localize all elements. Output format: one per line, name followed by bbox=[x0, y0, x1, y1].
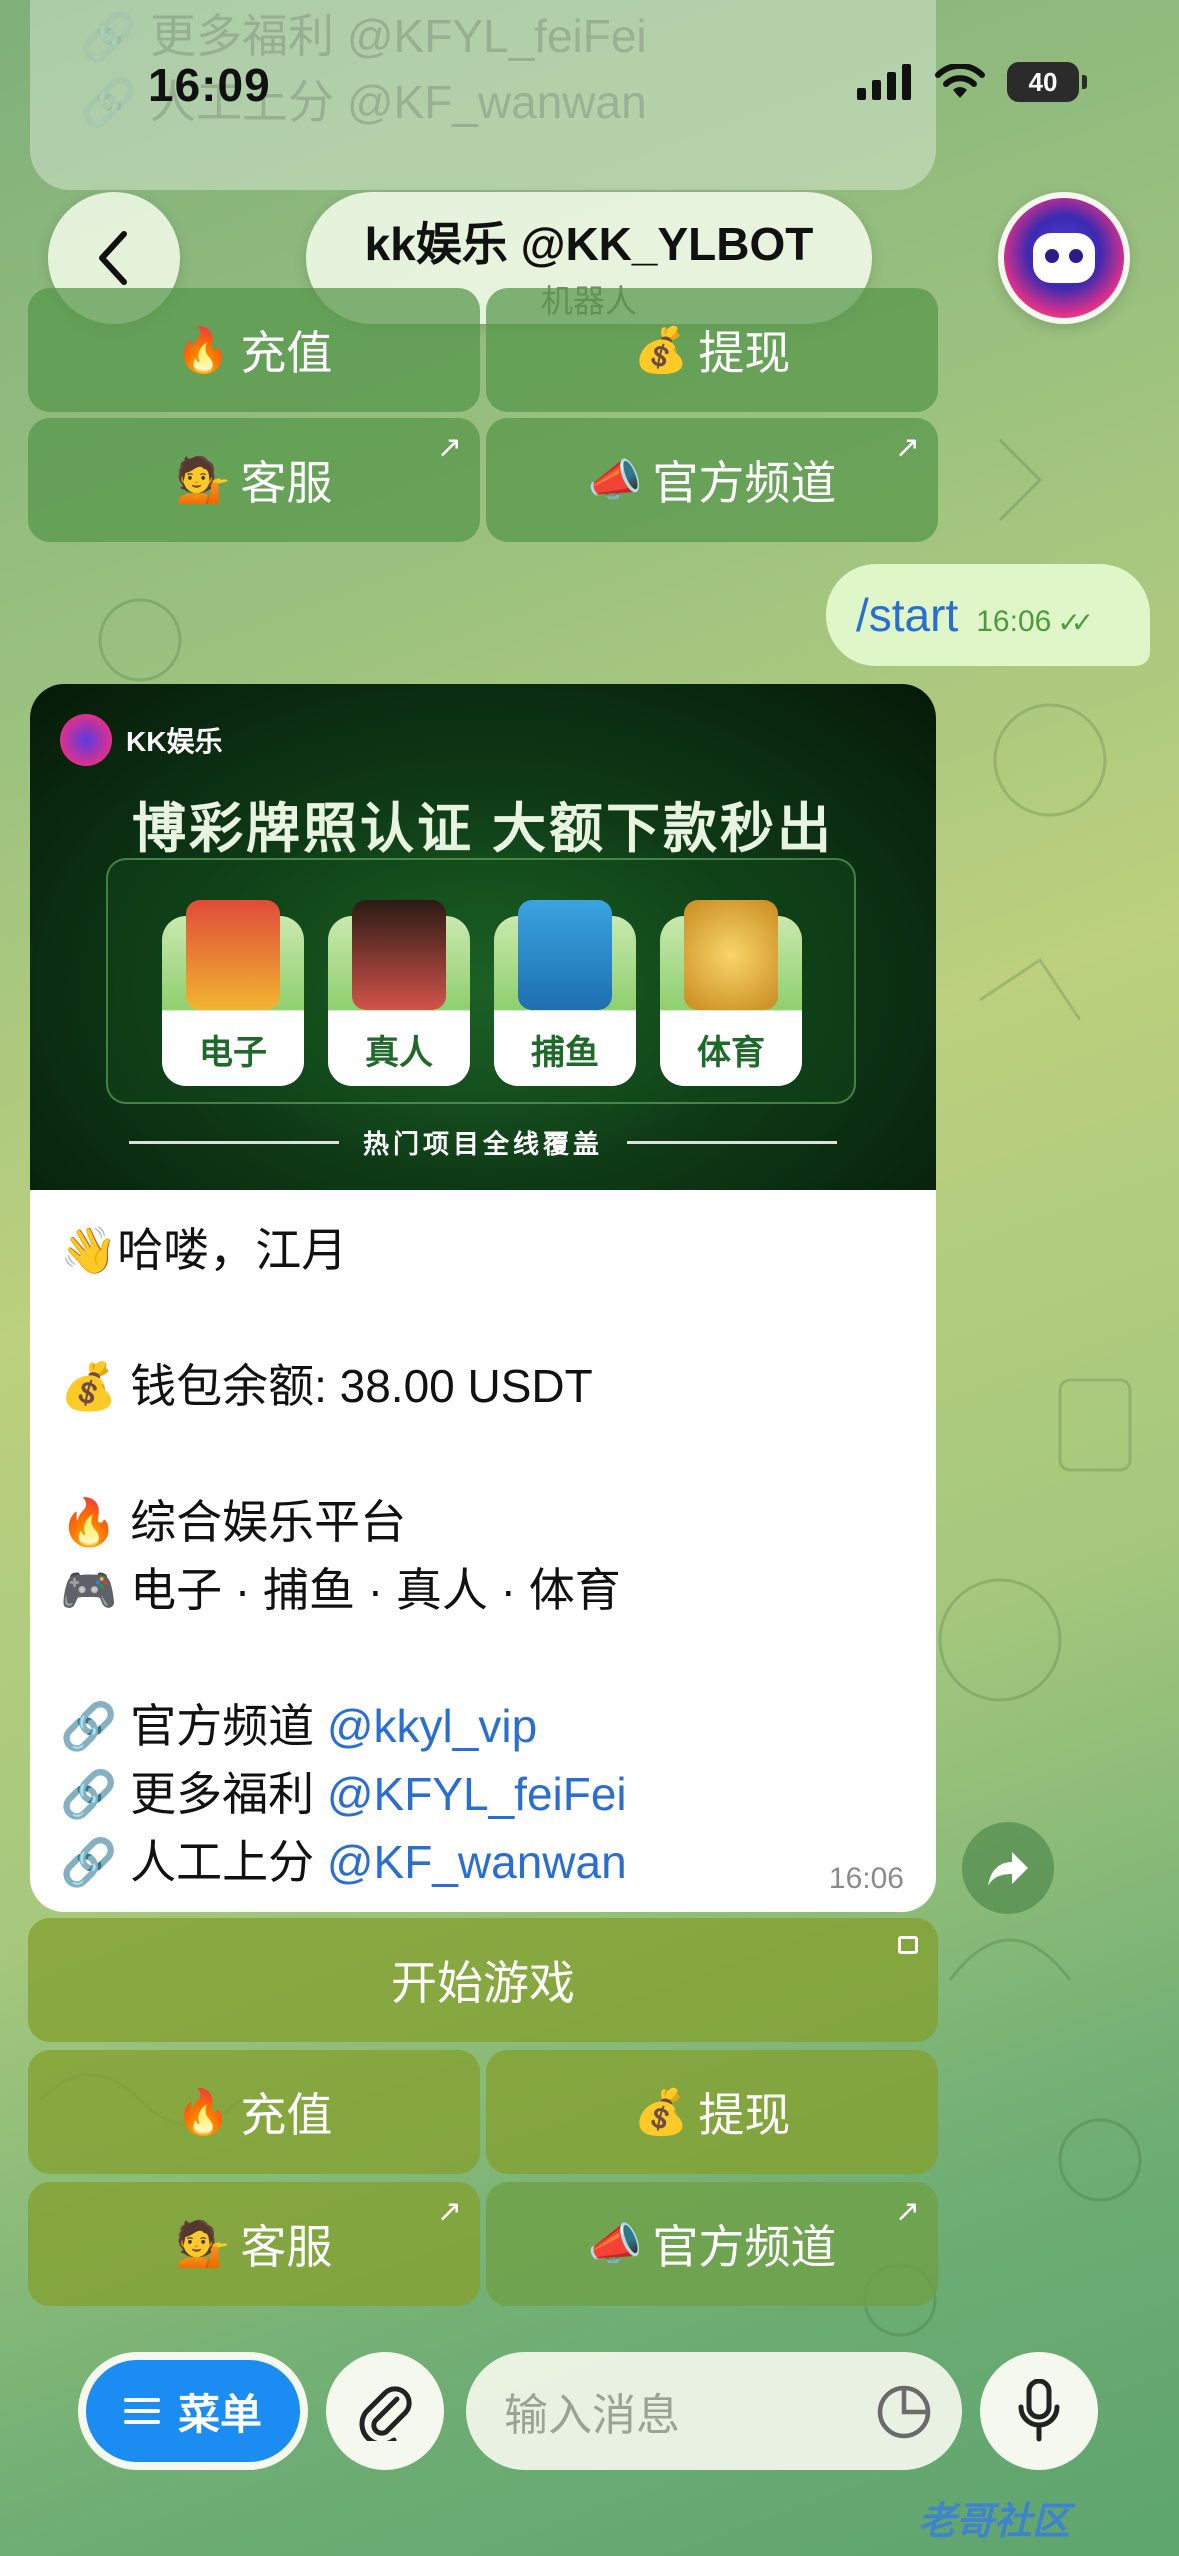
share-button[interactable] bbox=[962, 1822, 1054, 1914]
outgoing-text[interactable]: /start bbox=[856, 588, 958, 642]
money-bag-icon: 💰 bbox=[633, 326, 689, 375]
divider bbox=[627, 1141, 837, 1144]
external-link-icon: ↗ bbox=[894, 2195, 920, 2228]
menu-icon bbox=[123, 2398, 160, 2424]
top-withdraw-button[interactable]: 💰 提现 bbox=[486, 288, 938, 412]
link-icon: 🔗 bbox=[60, 1768, 131, 1820]
banner-game-box: 电子 真人 捕鱼 体育 bbox=[106, 858, 856, 1104]
menu-button[interactable]: 菜单 bbox=[78, 2352, 308, 2470]
top-channel-button[interactable]: 📣 官方频道 ↗ bbox=[486, 418, 938, 542]
greeting-line: 👋哈喽，江月 bbox=[60, 1224, 348, 1276]
fire-icon: 🔥 bbox=[60, 1496, 131, 1548]
divider bbox=[128, 1141, 339, 1144]
dealer-icon bbox=[352, 900, 446, 1010]
menu-button-inner: 菜单 bbox=[86, 2360, 300, 2462]
tile-sports: 体育 bbox=[660, 900, 802, 1086]
top-recharge-button[interactable]: 🔥 充值 bbox=[28, 288, 480, 412]
message-time: 16:06 bbox=[828, 1862, 904, 1895]
tile-live: 真人 bbox=[328, 900, 470, 1086]
bot-avatar[interactable] bbox=[998, 192, 1130, 324]
recharge-button[interactable]: 🔥 充值 bbox=[28, 2050, 480, 2174]
slot-machine-icon bbox=[186, 900, 280, 1010]
wifi-icon bbox=[935, 64, 985, 98]
wave-icon: 👋 bbox=[60, 1224, 118, 1276]
message-input-placeholder: 输入消息 bbox=[504, 2391, 680, 2440]
games-line: 🎮 电子 · 捕鱼 · 真人 · 体育 bbox=[60, 1564, 621, 1616]
bonus-line: 🔗 更多福利 @KFYL_feiFei bbox=[60, 1768, 627, 1820]
promo-banner-image[interactable]: KK娱乐 博彩牌照认证 大额下款秒出 电子 真人 捕鱼 体育 热门项目全线覆盖 bbox=[30, 684, 936, 1190]
fire-icon: 🔥 bbox=[175, 2088, 231, 2137]
web-app-icon bbox=[898, 1936, 918, 1954]
chevron-left-icon bbox=[99, 231, 127, 285]
status-icons: 40 bbox=[857, 62, 1087, 102]
gamepad-icon: 🎮 bbox=[60, 1564, 131, 1616]
fire-icon: 🔥 bbox=[175, 326, 231, 375]
trophy-icon bbox=[684, 900, 778, 1010]
sticker-icon[interactable] bbox=[876, 2384, 932, 2440]
support-person-icon: 💁 bbox=[175, 2220, 231, 2269]
megaphone-icon: 📣 bbox=[587, 2220, 643, 2269]
share-arrow-icon bbox=[988, 1852, 1028, 1886]
robot-icon bbox=[1033, 233, 1095, 283]
logo-icon bbox=[60, 714, 112, 766]
balance-line: 💰 钱包余额: 38.00 USDT bbox=[60, 1360, 593, 1412]
manual-link[interactable]: @KF_wanwan bbox=[327, 1836, 627, 1888]
paperclip-icon bbox=[359, 2386, 412, 2441]
channel-link[interactable]: @kkyl_vip bbox=[327, 1700, 537, 1752]
menu-label: 菜单 bbox=[177, 2390, 262, 2438]
external-link-icon: ↗ bbox=[436, 2195, 462, 2228]
channel-line: 🔗 官方频道 @kkyl_vip bbox=[60, 1700, 538, 1752]
external-link-icon: ↗ bbox=[436, 431, 462, 464]
read-checks-icon: ✓✓ bbox=[1057, 606, 1094, 638]
withdraw-button[interactable]: 💰 提现 bbox=[486, 2050, 938, 2174]
support-button[interactable]: 💁 客服 ↗ bbox=[28, 2182, 480, 2306]
message-input[interactable]: 输入消息 bbox=[466, 2352, 962, 2470]
message-text: 👋哈喽，江月 💰 钱包余额: 38.00 USDT 🔥 综合娱乐平台 🎮 电子 … bbox=[30, 1190, 936, 1896]
microphone-icon bbox=[1018, 2379, 1060, 2442]
outgoing-message[interactable]: /start 16:06 ✓✓ bbox=[826, 564, 1150, 666]
shark-icon bbox=[518, 900, 612, 1010]
watermark: 老哥社区 bbox=[918, 2501, 1071, 2543]
top-support-button[interactable]: 💁 客服 ↗ bbox=[28, 418, 480, 542]
tile-fishing: 捕鱼 bbox=[494, 900, 636, 1086]
attach-button[interactable] bbox=[326, 2352, 444, 2470]
money-bag-icon: 💰 bbox=[633, 2088, 689, 2137]
start-game-button[interactable]: 开始游戏 bbox=[28, 1918, 938, 2042]
tile-slots: 电子 bbox=[162, 900, 304, 1086]
channel-button[interactable]: 📣 官方频道 ↗ bbox=[486, 2182, 938, 2306]
manual-line: 🔗 人工上分 @KF_wanwan bbox=[60, 1836, 627, 1888]
megaphone-icon: 📣 bbox=[587, 456, 643, 505]
banner-logo: KK娱乐 bbox=[60, 714, 222, 766]
money-bag-icon: 💰 bbox=[60, 1360, 131, 1412]
external-link-icon: ↗ bbox=[894, 431, 920, 464]
outgoing-time: 16:06 bbox=[976, 605, 1052, 638]
link-icon: 🔗 bbox=[60, 1700, 131, 1752]
incoming-message[interactable]: KK娱乐 博彩牌照认证 大额下款秒出 电子 真人 捕鱼 体育 热门项目全线覆盖 … bbox=[30, 684, 936, 1912]
microphone-button[interactable] bbox=[980, 2352, 1098, 2470]
support-person-icon: 💁 bbox=[175, 456, 231, 505]
previous-message-line: 🔗 更多福利 @KFYL_feiFei bbox=[80, 10, 647, 62]
battery-icon: 40 bbox=[1007, 62, 1087, 102]
status-time: 16:09 bbox=[148, 59, 271, 111]
platform-line: 🔥 综合娱乐平台 bbox=[60, 1496, 407, 1548]
bot-name: kk娱乐 @KK_YLBOT bbox=[364, 218, 814, 270]
banner-footer: 热门项目全线覆盖 bbox=[30, 1124, 936, 1161]
link-icon: 🔗 bbox=[60, 1836, 131, 1888]
banner-title: 博彩牌照认证 大额下款秒出 bbox=[131, 799, 834, 859]
bonus-link[interactable]: @KFYL_feiFei bbox=[327, 1768, 627, 1820]
signal-icon bbox=[857, 64, 911, 100]
